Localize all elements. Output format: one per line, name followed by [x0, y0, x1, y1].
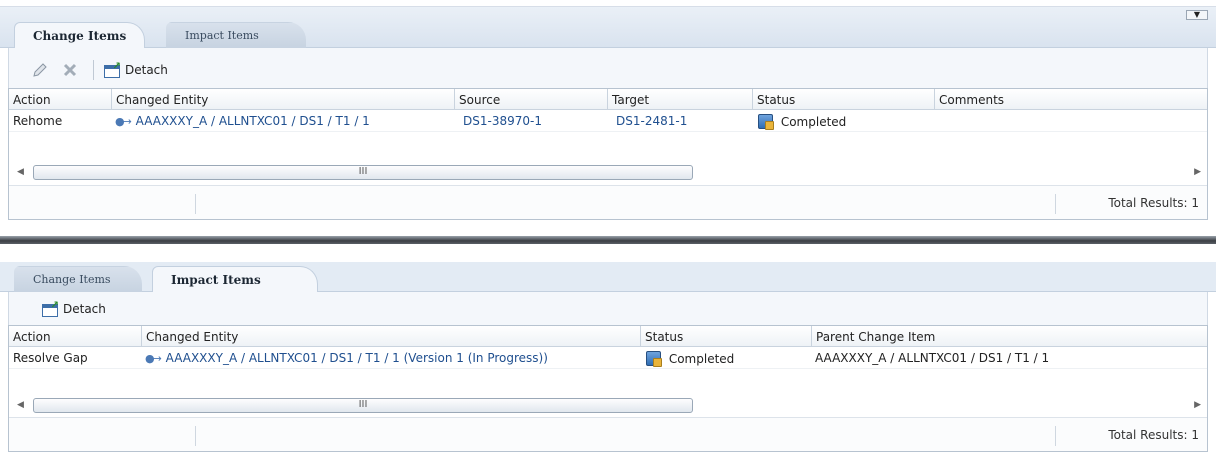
column-header-action[interactable]: Action: [9, 326, 141, 347]
table-header: Action Changed Entity Source Target Stat…: [9, 88, 1207, 110]
impact-items-table: Action Changed Entity Status Parent Chan…: [8, 325, 1208, 452]
cell-changed-entity[interactable]: ●→ AAAXXXY_A / ALLNTXC01 / DS1 / T1 / 1 …: [141, 347, 640, 369]
delete-x-icon[interactable]: [61, 60, 79, 80]
tab-impact-items[interactable]: Impact Items: [152, 266, 318, 292]
column-header-changed-entity[interactable]: Changed Entity: [111, 89, 454, 110]
top-tab-bar: Change Items Impact Items: [0, 6, 1216, 48]
cell-status: Completed: [642, 347, 811, 369]
column-header-parent-change-item[interactable]: Parent Change Item: [811, 326, 1209, 347]
tab-change-items[interactable]: Change Items: [14, 22, 146, 48]
changed-entity-link[interactable]: AAAXXXY_A / ALLNTXC01 / DS1 / T1 / 1: [136, 114, 370, 128]
link-chain-icon: ●→: [145, 352, 162, 365]
total-results: Total Results: 1: [1108, 196, 1199, 210]
table-header: Action Changed Entity Status Parent Chan…: [9, 325, 1207, 347]
cell-action: Rehome: [13, 114, 63, 128]
detach-icon: ↗: [103, 61, 121, 79]
table-footer: Total Results: 1: [9, 417, 1207, 451]
scroll-thumb[interactable]: III: [33, 398, 693, 413]
detach-button[interactable]: ↗ Detach: [103, 60, 168, 80]
footer-separator: [195, 194, 196, 214]
total-results: Total Results: 1: [1108, 428, 1199, 442]
empty-row: [9, 132, 1207, 154]
impact-items-panel: Change Items Impact Items ↗ Detach Actio…: [0, 244, 1216, 458]
cell-parent-change-item: AAAXXXY_A / ALLNTXC01 / DS1 / T1 / 1: [815, 351, 1050, 365]
cell-action: Resolve Gap: [13, 351, 88, 365]
column-header-changed-entity[interactable]: Changed Entity: [141, 326, 640, 347]
bottom-tab-bar: Change Items Impact Items: [0, 262, 1216, 292]
tab-impact-items[interactable]: Impact Items: [166, 22, 306, 48]
bottom-toolbar: ↗ Detach: [8, 292, 1208, 325]
footer-separator: [195, 426, 196, 446]
toolbar-separator: [93, 60, 94, 80]
horizontal-scrollbar[interactable]: ◀ III ▶: [9, 164, 1207, 182]
cell-changed-entity[interactable]: ●→ AAAXXXY_A / ALLNTXC01 / DS1 / T1 / 1: [111, 110, 454, 132]
pencil-icon[interactable]: [31, 60, 49, 80]
table-footer: Total Results: 1: [9, 185, 1207, 219]
horizontal-scrollbar[interactable]: ◀ III ▶: [9, 397, 1207, 415]
top-toolbar: ↗ Detach: [8, 48, 1208, 88]
scroll-left-arrow-icon[interactable]: ◀: [17, 400, 24, 410]
scroll-thumb[interactable]: III: [33, 165, 693, 180]
column-header-source[interactable]: Source: [454, 89, 607, 110]
scroll-right-arrow-icon[interactable]: ▶: [1194, 167, 1201, 177]
column-header-action[interactable]: Action: [9, 89, 111, 110]
column-header-status[interactable]: Status: [752, 89, 934, 110]
footer-separator: [1055, 426, 1056, 446]
status-completed-icon: [646, 351, 662, 367]
changed-entity-link[interactable]: AAAXXXY_A / ALLNTXC01 / DS1 / T1 / 1 (Ve…: [166, 351, 548, 365]
status-completed-icon: [758, 114, 774, 130]
status-text: Completed: [668, 352, 735, 366]
collapse-toggle-icon[interactable]: ▼: [1186, 10, 1208, 20]
link-chain-icon: ●→: [115, 115, 132, 128]
footer-separator: [1055, 194, 1056, 214]
detach-button[interactable]: ↗ Detach: [41, 299, 106, 319]
change-items-panel: Change Items Impact Items ▼ ↗ Detach Act…: [0, 0, 1216, 236]
cell-status: Completed: [754, 110, 934, 132]
panel-splitter[interactable]: [0, 236, 1216, 244]
change-items-table: Action Changed Entity Source Target Stat…: [8, 88, 1208, 220]
detach-label: Detach: [125, 63, 168, 77]
cell-target-link[interactable]: DS1-2481-1: [612, 110, 752, 132]
cell-source-link[interactable]: DS1-38970-1: [459, 110, 607, 132]
column-header-target[interactable]: Target: [607, 89, 752, 110]
scroll-left-arrow-icon[interactable]: ◀: [17, 167, 24, 177]
column-header-comments[interactable]: Comments: [934, 89, 1209, 110]
scroll-right-arrow-icon[interactable]: ▶: [1194, 400, 1201, 410]
cell-comments: [934, 110, 1209, 132]
detach-label: Detach: [63, 302, 106, 316]
status-text: Completed: [780, 115, 847, 129]
table-row[interactable]: Rehome ●→ AAAXXXY_A / ALLNTXC01 / DS1 / …: [9, 110, 1207, 132]
detach-icon: ↗: [41, 300, 59, 318]
column-header-status[interactable]: Status: [640, 326, 811, 347]
table-row[interactable]: Resolve Gap ●→ AAAXXXY_A / ALLNTXC01 / D…: [9, 347, 1207, 369]
tab-change-items[interactable]: Change Items: [14, 266, 142, 292]
